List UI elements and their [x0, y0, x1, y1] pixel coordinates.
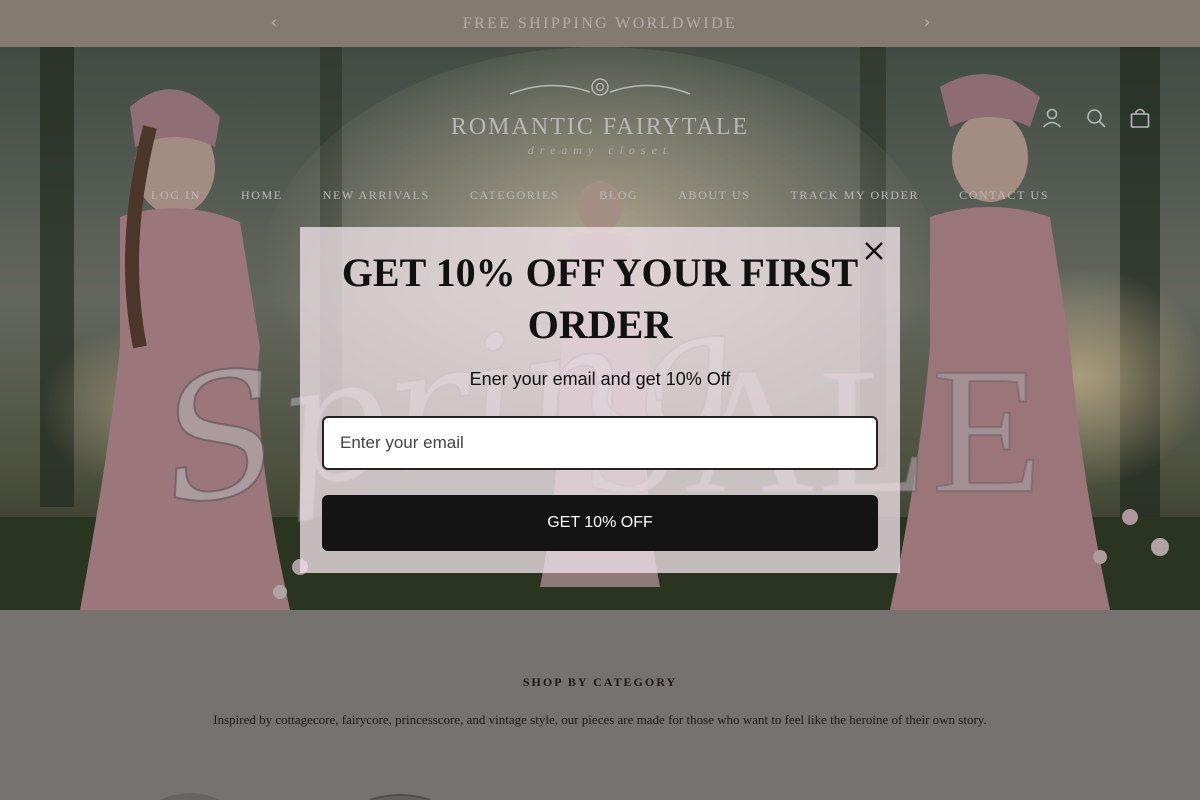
discount-popup: GET 10% OFF YOUR FIRST ORDER Ener your e… [300, 227, 900, 573]
get-discount-button[interactable]: GET 10% OFF [322, 495, 878, 551]
email-input[interactable] [322, 416, 878, 470]
popup-text: Ener your email and get 10% Off [469, 369, 731, 389]
popup-title: GET 10% OFF YOUR FIRST ORDER [341, 250, 859, 347]
